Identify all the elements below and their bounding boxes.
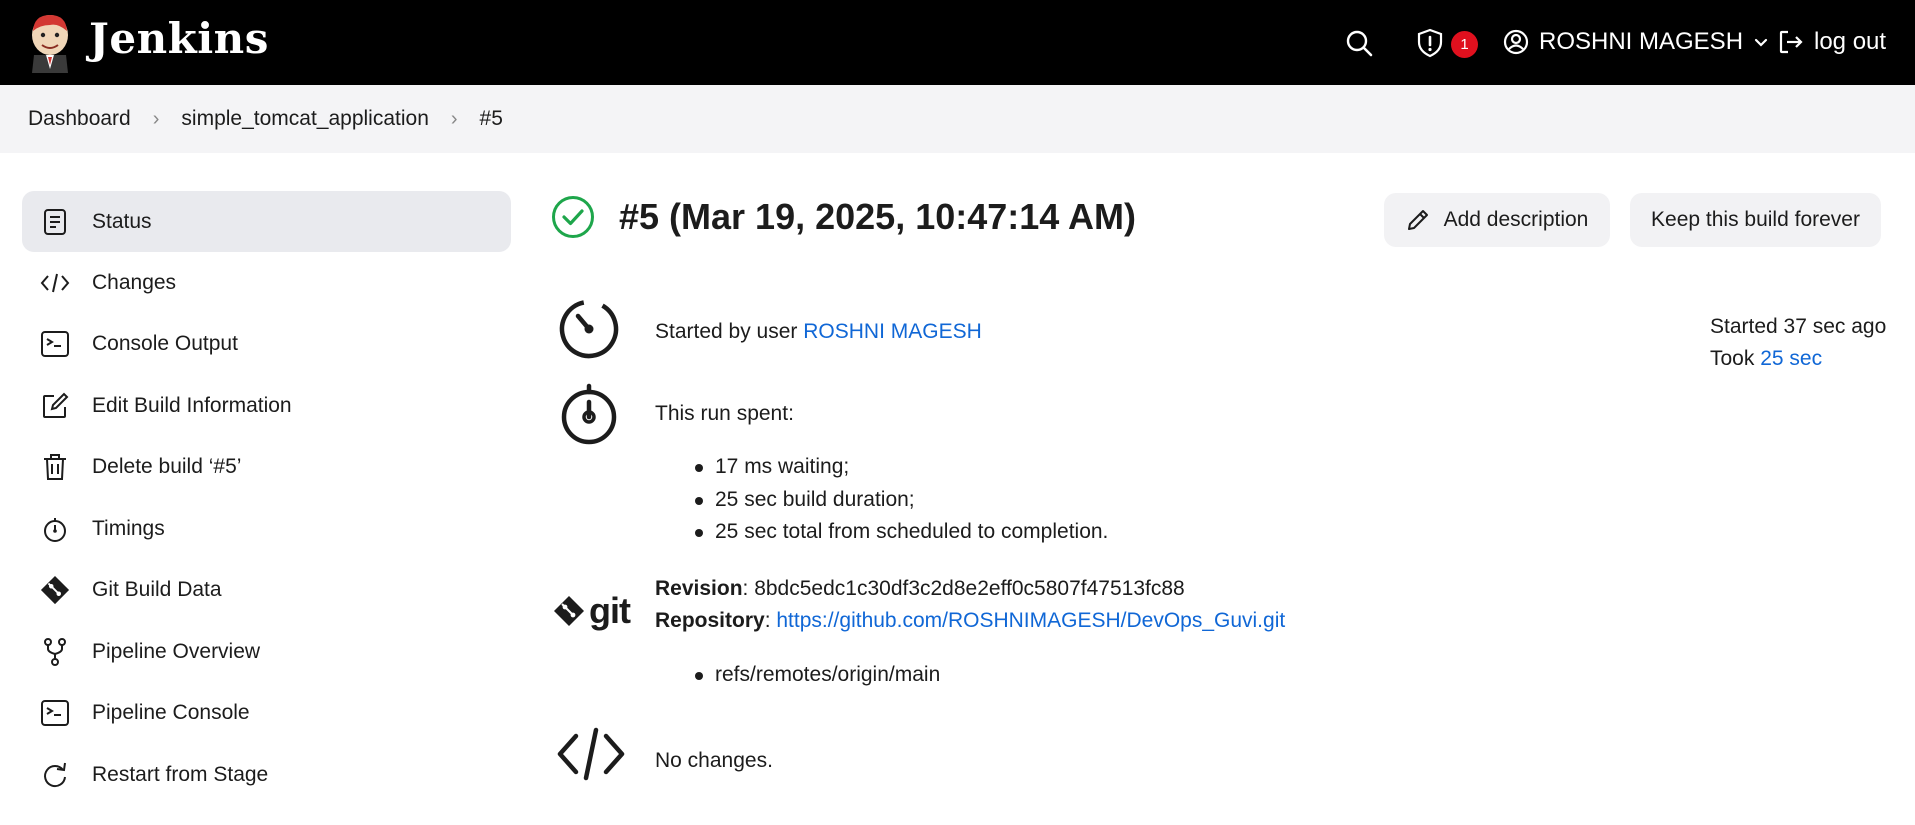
breadcrumb: Dashboard › simple_tomcat_application › … [0,85,1915,153]
repository-label: Repository [655,609,765,632]
list-item: 25 sec total from scheduled to completio… [695,516,1108,549]
sidebar-item-status[interactable]: Status [22,191,511,252]
took-duration: Took 25 sec [1710,343,1886,375]
add-description-button[interactable]: Add description [1384,193,1610,247]
code-icon [557,727,625,781]
breadcrumb-job[interactable]: simple_tomcat_application [181,107,428,131]
brand-title[interactable]: Jenkins [89,14,269,63]
sidebar-item-label: Timings [92,516,165,540]
document-icon [40,207,70,237]
sidebar-item-timings[interactable]: Timings [22,498,511,560]
build-title-row: #5 (Mar 19, 2025, 10:47:14 AM) [551,195,1136,239]
add-description-label: Add description [1443,208,1589,231]
sidebar-item-label: Edit Build Information [92,393,292,417]
keep-build-forever-button[interactable]: Keep this build forever [1630,193,1881,247]
sidebar-item-git-build-data[interactable]: Git Build Data [22,560,511,622]
took-duration-link[interactable]: 25 sec [1760,347,1822,370]
sidebar-item-label: Delete build ‘#5’ [92,455,242,479]
sidebar-item-label: Restart from Stage [92,762,269,786]
sidebar-item-label: Pipeline Overview [92,639,261,663]
repository-sep: : [764,609,777,632]
user-menu[interactable]: ROSHNI MAGESH [1503,28,1779,56]
revision-label: Revision [655,577,743,600]
edit-icon [40,391,70,421]
refs-list: refs/remotes/origin/main [695,659,940,692]
search-icon[interactable] [1345,29,1373,57]
started-ago: Started 37 sec ago [1710,315,1887,338]
jenkins-logo-icon[interactable] [28,13,72,73]
repository-line: Repository: https://github.com/ROSHNIMAG… [655,609,1285,633]
user-name: ROSHNI MAGESH [1539,28,1744,55]
code-icon [40,268,70,298]
sidebar-item-restart-from-stage[interactable]: Restart from Stage [22,744,511,806]
started-by-prefix: Started by user [655,320,804,343]
run-spent-list: 17 ms waiting; 25 sec build duration; 25… [695,451,1108,549]
success-check-icon [552,196,594,238]
logout-link[interactable]: log out [1778,28,1886,56]
sidebar-item-pipeline-console[interactable]: Pipeline Console [22,683,511,745]
took-prefix: Took [1710,347,1761,370]
no-changes-text: No changes. [655,749,773,772]
breadcrumb-separator-icon: › [450,107,458,130]
chevron-down-icon [1754,38,1768,47]
git-icon [554,596,584,626]
revision-line: Revision: 8bdc5edc1c30df3c2d8e2eff0c5807… [655,577,1185,601]
trash-icon [40,452,70,482]
keep-build-forever-label: Keep this build forever [1651,208,1860,231]
list-item: refs/remotes/origin/main [695,659,940,692]
sidebar-item-label: Pipeline Console [92,701,250,725]
build-timing-meta: Started 37 sec ago Took 25 sec [1710,311,1886,375]
terminal-icon [40,329,70,359]
git-logo: git [553,590,631,632]
stopwatch-icon [40,514,70,544]
git-logo-text: git [589,590,631,631]
sidebar-item-changes[interactable]: Changes [22,252,511,314]
sidebar-item-console-output[interactable]: Console Output [22,314,511,376]
sidebar-item-label: Changes [92,270,177,294]
sidebar-item-label: Status [92,209,152,233]
breadcrumb-dashboard[interactable]: Dashboard [28,107,131,131]
git-icon [40,575,70,605]
user-avatar-icon [1503,29,1529,55]
security-shield-icon[interactable] [1415,28,1445,58]
sidebar-item-pipeline-overview[interactable]: Pipeline Overview [22,621,511,683]
list-item: 17 ms waiting; [695,451,1108,484]
fork-icon [40,637,70,667]
stopwatch-icon [561,383,617,445]
started-by-text: Started by user ROSHNI MAGESH [655,320,982,344]
pencil-icon [1407,210,1428,230]
revision-value: : 8bdc5edc1c30df3c2d8e2eff0c5807f47513fc… [742,577,1185,600]
list-item: 25 sec build duration; [695,484,1108,517]
run-spent-label: This run spent: [655,402,794,425]
notification-badge[interactable]: 1 [1451,31,1478,58]
sidebar-item-edit-build-information[interactable]: Edit Build Information [22,375,511,437]
repository-url-link[interactable]: https://github.com/ROSHNIMAGESH/DevOps_G… [776,609,1285,632]
restart-icon [40,760,70,790]
page-title: #5 (Mar 19, 2025, 10:47:14 AM) [619,196,1136,237]
breadcrumb-separator-icon: › [152,107,160,130]
started-by-user-link[interactable]: ROSHNI MAGESH [803,320,982,343]
sidebar-item-label: Console Output [92,332,238,356]
sidebar: Status Changes Console Output Edit Build… [22,191,511,806]
logout-label: log out [1814,28,1887,55]
sidebar-item-label: Git Build Data [92,578,222,602]
breadcrumb-build[interactable]: #5 [480,107,503,131]
top-header: Jenkins 1 ROSHNI MAGESH log out [0,0,1915,85]
speedometer-icon [559,299,619,359]
logout-icon [1779,30,1803,54]
sidebar-item-delete-build[interactable]: Delete build ‘#5’ [22,437,511,499]
terminal-icon [40,698,70,728]
